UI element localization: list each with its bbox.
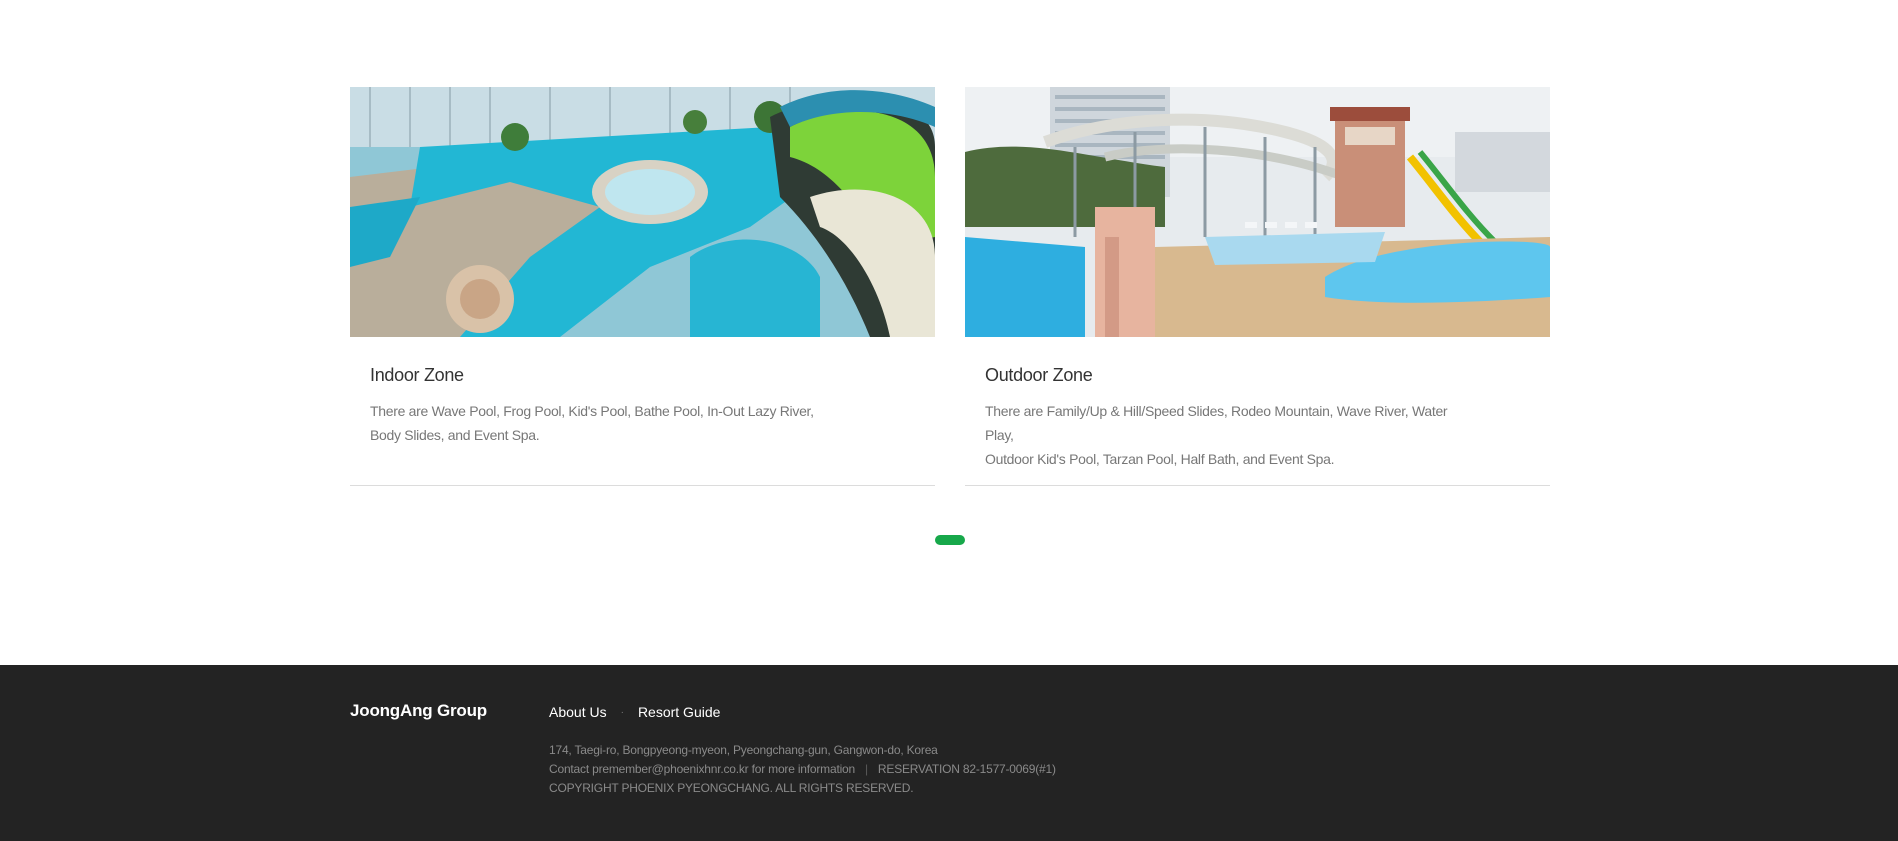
footer-link-about-us[interactable]: About Us bbox=[549, 704, 607, 720]
card-description: There are Wave Pool, Frog Pool, Kid's Po… bbox=[370, 399, 840, 447]
site-footer: JoongAng Group About Us · Resort Guide 1… bbox=[0, 665, 1898, 841]
footer-logo[interactable]: JoongAng Group bbox=[350, 701, 487, 721]
footer-info: 174, Taegi-ro, Bongpyeong-myeon, Pyeongc… bbox=[549, 741, 1056, 798]
card-title[interactable]: Indoor Zone bbox=[370, 365, 464, 386]
indoor-zone-image[interactable] bbox=[350, 87, 935, 337]
nav-separator: · bbox=[620, 706, 624, 718]
footer-address: 174, Taegi-ro, Bongpyeong-myeon, Pyeongc… bbox=[549, 743, 938, 757]
footer-contact: Contact premember@phoenixhnr.co.kr for m… bbox=[549, 762, 855, 776]
footer-nav: About Us · Resort Guide bbox=[549, 704, 720, 720]
card-description-line: Body Slides, and Event Spa. bbox=[370, 427, 540, 443]
footer-copyright: COPYRIGHT PHOENIX PYEONGCHANG. ALL RIGHT… bbox=[549, 781, 914, 795]
indoor-zone-card[interactable]: Indoor Zone There are Wave Pool, Frog Po… bbox=[350, 87, 935, 486]
card-description-line: There are Wave Pool, Frog Pool, Kid's Po… bbox=[370, 403, 814, 419]
pagination-bullet-active[interactable] bbox=[935, 535, 965, 545]
footer-contact-row: Contact premember@phoenixhnr.co.kr for m… bbox=[549, 760, 1056, 779]
footer-link-resort-guide[interactable]: Resort Guide bbox=[638, 704, 720, 720]
card-title[interactable]: Outdoor Zone bbox=[985, 365, 1093, 386]
card-description: There are Family/Up & Hill/Speed Slides,… bbox=[985, 399, 1455, 471]
contact-separator: | bbox=[865, 762, 868, 776]
outdoor-zone-image[interactable] bbox=[965, 87, 1550, 337]
outdoor-zone-card[interactable]: Outdoor Zone There are Family/Up & Hill/… bbox=[965, 87, 1550, 486]
footer-reservation: RESERVATION 82-1577-0069(#1) bbox=[877, 762, 1056, 776]
card-description-line: There are Family/Up & Hill/Speed Slides,… bbox=[985, 403, 1448, 443]
card-description-line: Outdoor Kid's Pool, Tarzan Pool, Half Ba… bbox=[985, 451, 1335, 467]
zone-cards: Indoor Zone There are Wave Pool, Frog Po… bbox=[350, 87, 1550, 486]
